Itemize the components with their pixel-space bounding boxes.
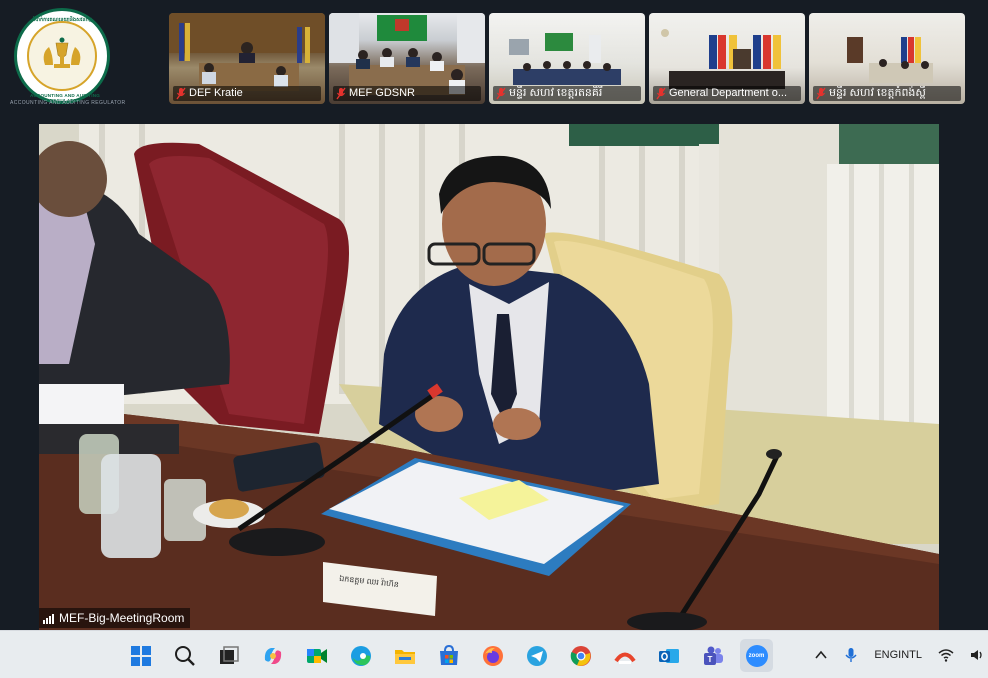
telegram-button[interactable] <box>520 639 553 672</box>
microphone-icon <box>845 648 857 662</box>
taskbar-apps: T zoom <box>124 639 773 672</box>
signal-strength-icon <box>43 613 54 624</box>
room-name-tag: MEF-Big-MeetingRoom <box>39 608 191 628</box>
teams-button[interactable]: T <box>696 639 729 672</box>
logo-badge: ដំបាក់ការគណនេយ្យនិងសវនកម្ម ACCOUNTING AN… <box>14 8 110 104</box>
logo-subtitle: ACCOUNTING AND AUDITING REGULATOR <box>10 100 126 106</box>
mic-muted-icon <box>496 87 506 100</box>
participant-name-label: DEF Kratie <box>173 86 321 101</box>
outlook-icon <box>658 648 679 663</box>
windows-taskbar: T zoom ENG INTL <box>0 630 988 678</box>
zoom-label: zoom <box>748 652 765 659</box>
copilot-button[interactable] <box>256 639 289 672</box>
organization-logo: ដំបាក់ការគណនេយ្យនិងសវនកម្ម ACCOUNTING AN… <box>8 8 158 108</box>
copilot-icon <box>264 647 281 664</box>
outlook-button[interactable] <box>652 639 685 672</box>
participant-name: DEF Kratie <box>189 87 243 99</box>
file-explorer-icon <box>394 649 415 664</box>
participant-name-label: General Department o... <box>653 86 801 101</box>
active-speaker-video[interactable]: ឯកឧត្តម ឈរ រ៉ាហ៊ន MEF-Big-MeetingRoom <box>39 124 939 630</box>
participant-tile[interactable]: DEF Kratie <box>169 13 325 104</box>
participant-name: មន្ទីរ សហវ ខេត្តរតនគិរី <box>509 87 603 99</box>
start-icon <box>130 645 151 666</box>
svg-text:T: T <box>707 655 712 664</box>
show-hidden-icons-button[interactable] <box>814 648 828 662</box>
language-indicator[interactable]: ENG INTL <box>874 649 922 662</box>
participant-name-label: មន្ទីរ សហវ ខេត្តរតនគិរី <box>493 86 641 101</box>
teams-icon: T <box>703 646 723 665</box>
participant-tile[interactable]: មន្ទីរ សហវ ខេត្តកំពង់ស្ពឺ <box>809 13 965 104</box>
language-code: ENG <box>874 648 899 661</box>
participant-name-label: មន្ទីរ សហវ ខេត្តកំពង់ស្ពឺ <box>813 86 961 101</box>
participant-name: MEF GDSNR <box>349 87 415 99</box>
anydesk-button[interactable] <box>608 639 641 672</box>
participant-strip: DEF Kratie MEF GDSNR មន្ទីរ សហវ ខេត្តរតន… <box>169 13 969 104</box>
participant-name: General Department o... <box>669 87 788 99</box>
start-button[interactable] <box>124 639 157 672</box>
meet-icon <box>306 648 327 663</box>
search-icon <box>174 645 195 666</box>
speaker-icon <box>971 650 982 660</box>
participant-name-label: MEF GDSNR <box>333 86 481 101</box>
participant-tile[interactable]: មន្ទីរ សហវ ខេត្តរតនគិរី <box>489 13 645 104</box>
task-view-button[interactable] <box>212 639 245 672</box>
firefox-button[interactable] <box>476 639 509 672</box>
telegram-icon <box>526 645 547 666</box>
participant-tile[interactable]: MEF GDSNR <box>329 13 485 104</box>
file-explorer-button[interactable] <box>388 639 421 672</box>
store-button[interactable] <box>432 639 465 672</box>
chevron-up-icon <box>815 650 827 659</box>
edge-button[interactable] <box>344 639 377 672</box>
firefox-icon <box>482 645 503 666</box>
edge-icon <box>350 645 371 666</box>
wifi-button[interactable] <box>938 648 954 662</box>
logo-emblem-icon <box>43 37 81 68</box>
speaker-video-feed <box>39 124 939 630</box>
room-name: MEF-Big-MeetingRoom <box>59 611 185 625</box>
participant-tile[interactable]: General Department o... <box>649 13 805 104</box>
anydesk-icon <box>613 652 636 664</box>
zoom-meeting-window: ដំបាក់ការគណនេយ្យនិងសវនកម្ម ACCOUNTING AN… <box>0 0 988 678</box>
keyboard-layout: INTL <box>898 648 922 661</box>
search-button[interactable] <box>168 639 201 672</box>
zoom-button[interactable]: zoom <box>740 639 773 672</box>
mic-muted-icon <box>656 87 666 100</box>
chrome-icon <box>570 645 591 666</box>
mic-muted-icon <box>336 87 346 100</box>
volume-button[interactable] <box>970 648 984 662</box>
meet-button[interactable] <box>300 639 333 672</box>
microphone-button[interactable] <box>844 647 858 663</box>
system-tray: ENG INTL <box>814 631 988 678</box>
mic-muted-icon <box>176 87 186 100</box>
mic-muted-icon <box>816 87 826 100</box>
chrome-button[interactable] <box>564 639 597 672</box>
wifi-icon <box>938 649 954 662</box>
task-view-icon <box>219 645 239 664</box>
participant-name: មន្ទីរ សហវ ខេត្តកំពង់ស្ពឺ <box>829 87 926 99</box>
store-icon <box>439 644 458 665</box>
